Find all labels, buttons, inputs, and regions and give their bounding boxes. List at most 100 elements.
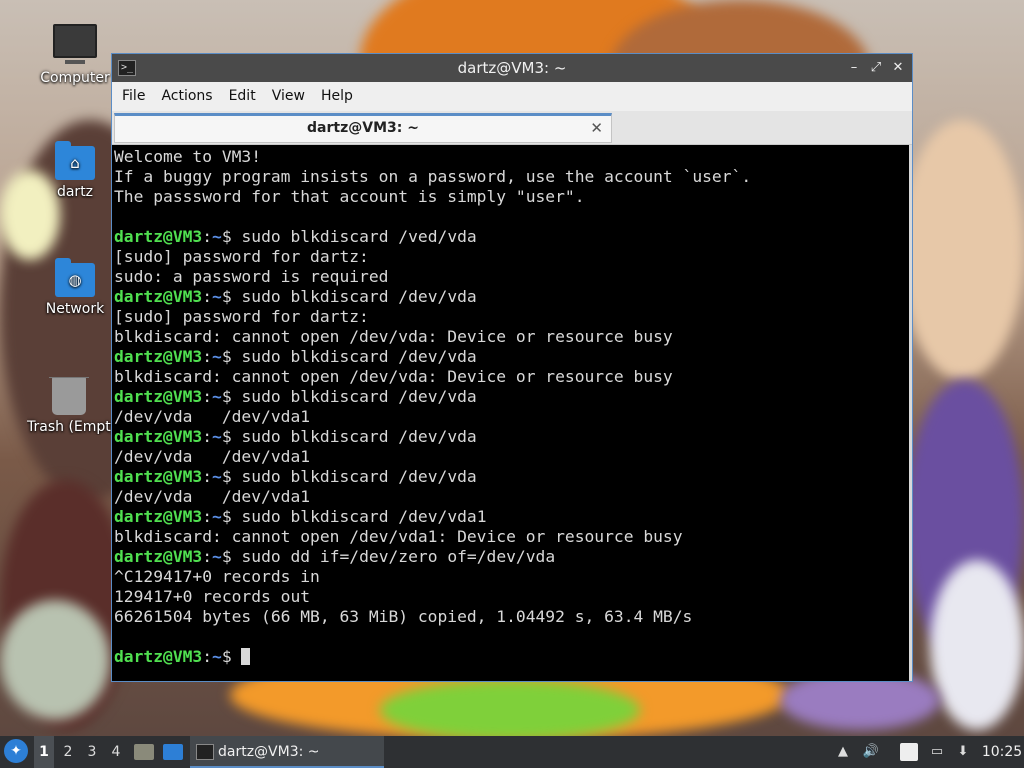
- command-text: sudo blkdiscard /dev/vda1: [241, 507, 487, 526]
- window-titlebar[interactable]: >_ dartz@VM3: ~ – ⤢ ✕: [112, 54, 912, 82]
- command-text: sudo dd if=/dev/zero of=/dev/vda: [241, 547, 556, 566]
- prompt-user: dartz@VM3: [114, 287, 203, 306]
- prompt-symbol: $: [221, 287, 242, 306]
- terminal-line: dartz@VM3:~$ sudo blkdiscard /dev/vda1: [114, 507, 912, 527]
- volume-icon[interactable]: 🔊: [862, 743, 880, 761]
- output-text: blkdiscard: cannot open /dev/vda: Device…: [114, 327, 673, 346]
- prompt-separator: :: [202, 227, 213, 246]
- network-icon[interactable]: ▭: [928, 743, 946, 761]
- minimize-button[interactable]: –: [844, 58, 864, 78]
- desktop-icon-network[interactable]: ◍ Network: [27, 258, 123, 317]
- clipboard-icon[interactable]: [900, 743, 918, 761]
- terminal-cursor: [241, 648, 251, 665]
- workspace-3[interactable]: 3: [82, 736, 102, 768]
- desktop-icon-trash[interactable]: Trash (Empty): [27, 377, 111, 435]
- desktop-icon-label: Trash (Empty): [27, 419, 111, 435]
- menu-actions[interactable]: Actions: [153, 82, 220, 111]
- prompt-symbol: $: [221, 647, 242, 666]
- tray-expand-icon[interactable]: ▲: [834, 743, 852, 761]
- prompt-user: dartz@VM3: [114, 427, 203, 446]
- terminal-line: /dev/vda /dev/vda1: [114, 487, 912, 507]
- prompt-separator: :: [202, 387, 213, 406]
- workspace-2[interactable]: 2: [58, 736, 78, 768]
- terminal-line: The passsword for that account is simply…: [114, 187, 912, 207]
- prompt-separator: :: [202, 427, 213, 446]
- menu-edit[interactable]: Edit: [221, 82, 264, 111]
- output-text: Welcome to VM3!: [114, 147, 262, 166]
- command-text: sudo blkdiscard /ved/vda: [241, 227, 477, 246]
- command-text: sudo blkdiscard /dev/vda: [241, 287, 477, 306]
- menu-file[interactable]: File: [114, 82, 153, 111]
- terminal-line: dartz@VM3:~$ sudo blkdiscard /dev/vda: [114, 287, 912, 307]
- prompt-symbol: $: [221, 347, 242, 366]
- terminal-line: sudo: a password is required: [114, 267, 912, 287]
- output-text: 129417+0 records out: [114, 587, 311, 606]
- show-desktop-icon[interactable]: [163, 744, 183, 760]
- terminal-line: [sudo] password for dartz:: [114, 307, 912, 327]
- workspace-4[interactable]: 4: [106, 736, 126, 768]
- prompt-symbol: $: [221, 507, 242, 526]
- terminal-line: If a buggy program insists on a password…: [114, 167, 912, 187]
- terminal-line: Welcome to VM3!: [114, 147, 912, 167]
- output-text: The passsword for that account is simply…: [114, 187, 585, 206]
- terminal-line: ^C129417+0 records in: [114, 567, 912, 587]
- output-text: [sudo] password for dartz:: [114, 247, 369, 266]
- output-text: If a buggy program insists on a password…: [114, 167, 752, 186]
- computer-icon: [53, 24, 97, 64]
- terminal-scrollbar[interactable]: [909, 145, 912, 681]
- prompt-user: dartz@VM3: [114, 467, 203, 486]
- menu-help[interactable]: Help: [313, 82, 361, 111]
- terminal-line: 66261504 bytes (66 MB, 63 MiB) copied, 1…: [114, 607, 912, 627]
- prompt-path: ~: [212, 467, 222, 486]
- terminal-line: dartz@VM3:~$ sudo blkdiscard /dev/vda: [114, 347, 912, 367]
- prompt-separator: :: [202, 347, 213, 366]
- prompt-separator: :: [202, 287, 213, 306]
- prompt-path: ~: [212, 347, 222, 366]
- maximize-button[interactable]: ⤢: [866, 58, 886, 78]
- prompt-symbol: $: [221, 547, 242, 566]
- terminal-line: dartz@VM3:~$ sudo blkdiscard /dev/vda: [114, 467, 912, 487]
- output-text: /dev/vda /dev/vda1: [114, 487, 311, 506]
- desktop-icon-home[interactable]: ⌂ dartz: [27, 141, 123, 200]
- prompt-user: dartz@VM3: [114, 507, 203, 526]
- terminal-line: /dev/vda /dev/vda1: [114, 447, 912, 467]
- file-manager-launcher-icon[interactable]: [134, 744, 154, 760]
- prompt-symbol: $: [221, 227, 242, 246]
- menu-view[interactable]: View: [264, 82, 313, 111]
- prompt-path: ~: [212, 387, 222, 406]
- close-button[interactable]: ✕: [888, 58, 908, 78]
- taskbar-item-label: dartz@VM3: ~: [218, 744, 320, 760]
- prompt-symbol: $: [221, 427, 242, 446]
- output-text: blkdiscard: cannot open /dev/vda: Device…: [114, 367, 673, 386]
- taskbar-item-terminal[interactable]: dartz@VM3: ~: [190, 736, 384, 768]
- terminal-line: dartz@VM3:~$ sudo dd if=/dev/zero of=/de…: [114, 547, 912, 567]
- workspace-1[interactable]: 1: [34, 736, 54, 768]
- prompt-separator: :: [202, 547, 213, 566]
- desktop-icon-label: Network: [45, 301, 105, 317]
- taskbar: ✦ 1 2 3 4 dartz@VM3: ~ ▲ 🔊 ▭ ⬇ 10:25: [0, 736, 1024, 768]
- output-text: sudo: a password is required: [114, 267, 389, 286]
- command-text: sudo blkdiscard /dev/vda: [241, 347, 477, 366]
- window-title: dartz@VM3: ~: [457, 59, 567, 77]
- desktop-icon-label: dartz: [56, 184, 94, 200]
- command-text: sudo blkdiscard /dev/vda: [241, 467, 477, 486]
- start-menu-icon[interactable]: ✦: [4, 739, 28, 763]
- tab-close-icon[interactable]: ✕: [590, 116, 603, 141]
- desktop-icon-computer[interactable]: Computer: [27, 24, 123, 86]
- terminal-output[interactable]: Welcome to VM3! If a buggy program insist…: [112, 145, 912, 681]
- desktop-icon-label: Computer: [40, 70, 110, 86]
- clock[interactable]: 10:25: [980, 736, 1024, 768]
- terminal-line: blkdiscard: cannot open /dev/vda1: Devic…: [114, 527, 912, 547]
- tab-label: dartz@VM3: ~: [307, 120, 419, 136]
- prompt-path: ~: [212, 427, 222, 446]
- terminal-line: 129417+0 records out: [114, 587, 912, 607]
- output-text: blkdiscard: cannot open /dev/vda1: Devic…: [114, 527, 683, 546]
- terminal-line: /dev/vda /dev/vda1: [114, 407, 912, 427]
- terminal-app-icon: [196, 744, 214, 760]
- terminal-line: dartz@VM3:~$ sudo blkdiscard /dev/vda: [114, 427, 912, 447]
- tab-bar: dartz@VM3: ~ ✕: [112, 111, 912, 145]
- tab-terminal[interactable]: dartz@VM3: ~ ✕: [114, 113, 612, 143]
- terminal-window[interactable]: >_ dartz@VM3: ~ – ⤢ ✕ File Actions Edit …: [111, 53, 913, 682]
- update-icon[interactable]: ⬇: [954, 743, 972, 761]
- output-text: [sudo] password for dartz:: [114, 307, 369, 326]
